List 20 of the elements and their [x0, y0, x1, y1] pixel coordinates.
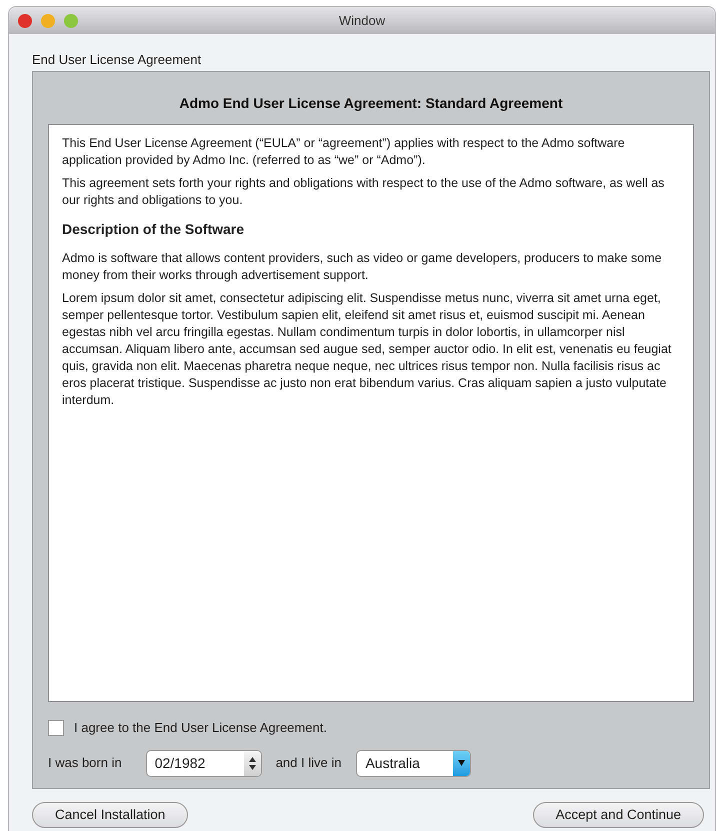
paragraph: Admo is software that allows content providers, such as video or game developers, producers to make some money from their works through advertisement support.: [62, 250, 663, 284]
group-label: End User License Agreement: [32, 52, 202, 68]
born-label: I was born in: [48, 754, 122, 772]
country-select[interactable]: Australia: [356, 750, 472, 776]
date-stepper[interactable]: 02/1982: [146, 750, 262, 776]
dropdown-arrow-icon: [458, 760, 466, 766]
live-label: and I live in: [276, 754, 342, 772]
panel-title: Admo End User License Agreement: Standard Agreement: [178, 94, 564, 113]
paragraph: This agreement sets forth your rights and obligations with respect to the use of the Admo software, as well as our rights and obligations to you.: [62, 175, 666, 209]
paragraph: Lorem ipsum dolor sit amet, consectetur adipiscing elit. Suspendisse metus nunc, viverra sit amet urna eget, semper pellentesque tortor. Vestibulum sapien elit, eleifend sit amet risus et, euismod suscipit mi. Aenean egestas nibh vel arcu fringilla egestas. Nullam condimentum turpis in dolor lobortis, in ullamcorper nisl accumsan. Aliquam libero ante, accumsan sed augue sed, semper auctor odio. In elit est, venenatis eu feugiat quis, gravida non elit. Maecenas pharetra neque neque, nec ultrices risus tempor non. Nulla facilisis risus ac eros placerat tristique. Suspendisse ac justo non erat bibendum varius. Cras aliquam sapien a justo vulputate interdum.: [62, 290, 672, 409]
paragraph: This End User License Agreement (“EULA” or “agreement”) applies with respect to the Admo software application provided by Admo Inc. (referred to as “we” or “Admo”).: [62, 135, 626, 169]
stepper-arrows-icon: [248, 756, 256, 770]
agree-checkbox[interactable]: [48, 720, 64, 736]
accept-button[interactable]: Accept and Continue: [532, 802, 704, 828]
zoom-button[interactable]: [64, 14, 78, 28]
section-heading: Description of the Software: [62, 221, 246, 238]
cancel-button[interactable]: Cancel Installation: [32, 802, 188, 828]
window-title: Window: [338, 12, 386, 30]
close-button[interactable]: [18, 14, 32, 28]
agree-label: I agree to the End User License Agreement.: [74, 719, 327, 737]
